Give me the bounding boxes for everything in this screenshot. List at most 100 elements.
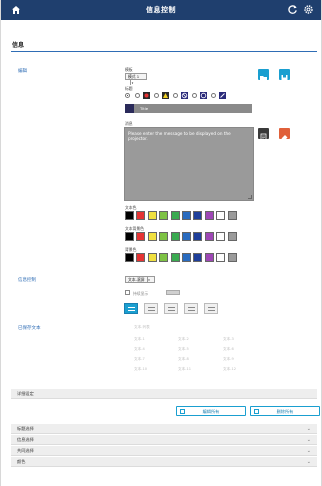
eraser-icon: [281, 135, 288, 141]
gear-icon[interactable]: [303, 4, 314, 15]
resize-handle-icon[interactable]: [248, 195, 252, 199]
saved-item[interactable]: 文本-3: [223, 337, 234, 342]
delete-all-label: 删除所有: [276, 409, 294, 414]
swatch-yellow[interactable]: [147, 211, 157, 220]
home-icon[interactable]: [11, 5, 21, 15]
accordion-label: 颜色: [17, 459, 26, 464]
accordion-title-select[interactable]: 标题选择 ⌄: [11, 424, 317, 434]
swatch-green[interactable]: [170, 253, 180, 262]
swatch-green[interactable]: [170, 211, 180, 220]
refresh-icon[interactable]: [287, 4, 298, 15]
edit-icon: [180, 409, 185, 414]
swatch-white[interactable]: [216, 211, 226, 220]
saved-item[interactable]: 文本-9: [223, 357, 234, 362]
animation-slide-left-button[interactable]: [144, 303, 158, 314]
icon-radio-link[interactable]: [211, 93, 216, 98]
swatch-blue[interactable]: [181, 211, 191, 220]
swatch-yellow[interactable]: [147, 253, 157, 262]
scroll-icon: [128, 307, 135, 311]
animation-slide-right-button[interactable]: [164, 303, 178, 314]
swatch-black[interactable]: [125, 253, 134, 262]
save-file-button[interactable]: [279, 69, 290, 82]
message-placeholder: Please enter the message to be displayed…: [128, 131, 231, 141]
saved-item[interactable]: 文本-8: [178, 357, 189, 362]
app-header: 信息控制: [1, 0, 321, 20]
icon-radio-stop[interactable]: [135, 93, 140, 98]
swatch-lime[interactable]: [159, 211, 169, 220]
swatch-gray[interactable]: [227, 232, 237, 241]
swatch-navy[interactable]: [193, 211, 203, 220]
chevron-down-icon: ⌄: [306, 448, 311, 454]
chevron-down-icon: ⌄: [306, 437, 311, 443]
slide-left-icon: [148, 307, 155, 311]
swatch-purple[interactable]: [204, 232, 214, 241]
warning-icon: [162, 92, 169, 99]
swatch-gray[interactable]: [227, 253, 237, 262]
saved-item[interactable]: 文本-11: [178, 367, 191, 372]
document-icon: [260, 133, 267, 142]
display-control-label: 信息控制: [18, 278, 36, 283]
swatch-navy[interactable]: [193, 232, 203, 241]
display-mode-select[interactable]: 文本-滚屏 ▾: [125, 276, 155, 283]
message-textarea[interactable]: Please enter the message to be displayed…: [124, 127, 254, 201]
title-input[interactable]: Title: [126, 104, 252, 113]
swatch-green[interactable]: [170, 232, 180, 241]
swatch-gray[interactable]: [227, 211, 237, 220]
chevron-down-icon: ⌄: [306, 426, 311, 432]
saved-item[interactable]: 文本-4: [134, 347, 145, 352]
preview-button[interactable]: [258, 128, 269, 142]
saved-item[interactable]: 文本-5: [178, 347, 189, 352]
saved-item[interactable]: 文本-12: [223, 367, 236, 372]
saved-item[interactable]: 文本-1: [134, 337, 145, 342]
accordion-common-select[interactable]: 共同选择 ⌄: [11, 446, 317, 456]
text-bg-palette: [125, 232, 237, 241]
swatch-lime[interactable]: [159, 232, 169, 241]
animation-fade-button[interactable]: [184, 303, 198, 314]
slide-right-icon: [168, 307, 175, 311]
chevron-down-icon: ▾: [146, 277, 150, 282]
swatch-red[interactable]: [136, 232, 146, 241]
delete-all-button[interactable]: 删除所有: [250, 406, 320, 416]
swatch-yellow[interactable]: [147, 232, 157, 241]
open-file-button[interactable]: [258, 69, 269, 81]
clear-button[interactable]: [279, 128, 290, 141]
saved-item[interactable]: 文本-7: [134, 357, 145, 362]
swatch-black[interactable]: [125, 232, 134, 241]
section-title: 信息: [12, 42, 25, 49]
swatch-purple[interactable]: [204, 211, 214, 220]
animation-blink-button[interactable]: [204, 303, 218, 314]
swatch-navy[interactable]: [193, 253, 203, 262]
accordion-info-select[interactable]: 信息选择 ⌄: [11, 435, 317, 445]
blink-checkbox[interactable]: [125, 290, 130, 295]
bg-color-palette: [125, 253, 237, 262]
stop-icon: [143, 92, 150, 99]
fade-icon: [188, 307, 195, 311]
icon-radio-info[interactable]: [192, 93, 197, 98]
swatch-lime[interactable]: [159, 253, 169, 262]
swatch-blue[interactable]: [181, 253, 191, 262]
saved-item[interactable]: 文本-10: [134, 367, 147, 372]
swatch-red[interactable]: [136, 211, 146, 220]
swatch-white[interactable]: [216, 232, 226, 241]
swatch-red[interactable]: [136, 253, 146, 262]
page-title: 信息控制: [146, 6, 176, 14]
swatch-purple[interactable]: [204, 253, 214, 262]
icon-radio-none[interactable]: [125, 93, 130, 98]
swatch-black[interactable]: [125, 211, 134, 220]
saved-item[interactable]: 文本-2: [178, 337, 189, 342]
text-color-palette: [125, 211, 237, 220]
template-select[interactable]: 模式 1▾: [125, 73, 147, 85]
saved-item[interactable]: 文本-6: [223, 347, 234, 352]
animation-scroll-button[interactable]: [124, 303, 138, 314]
blink-speed-slider[interactable]: [166, 290, 180, 295]
edit-all-button[interactable]: 编辑所有: [176, 406, 246, 416]
icon-radio-warning[interactable]: [154, 93, 159, 98]
icon-radio-prohibited[interactable]: [173, 93, 178, 98]
save-icon: [281, 75, 288, 82]
title-color-chip: [125, 104, 134, 113]
saved-text-label: 已保存文本: [18, 326, 41, 331]
chevron-down-icon: ⌄: [306, 459, 311, 465]
swatch-blue[interactable]: [181, 232, 191, 241]
swatch-white[interactable]: [216, 253, 226, 262]
accordion-color[interactable]: 颜色 ⌄: [11, 457, 317, 467]
